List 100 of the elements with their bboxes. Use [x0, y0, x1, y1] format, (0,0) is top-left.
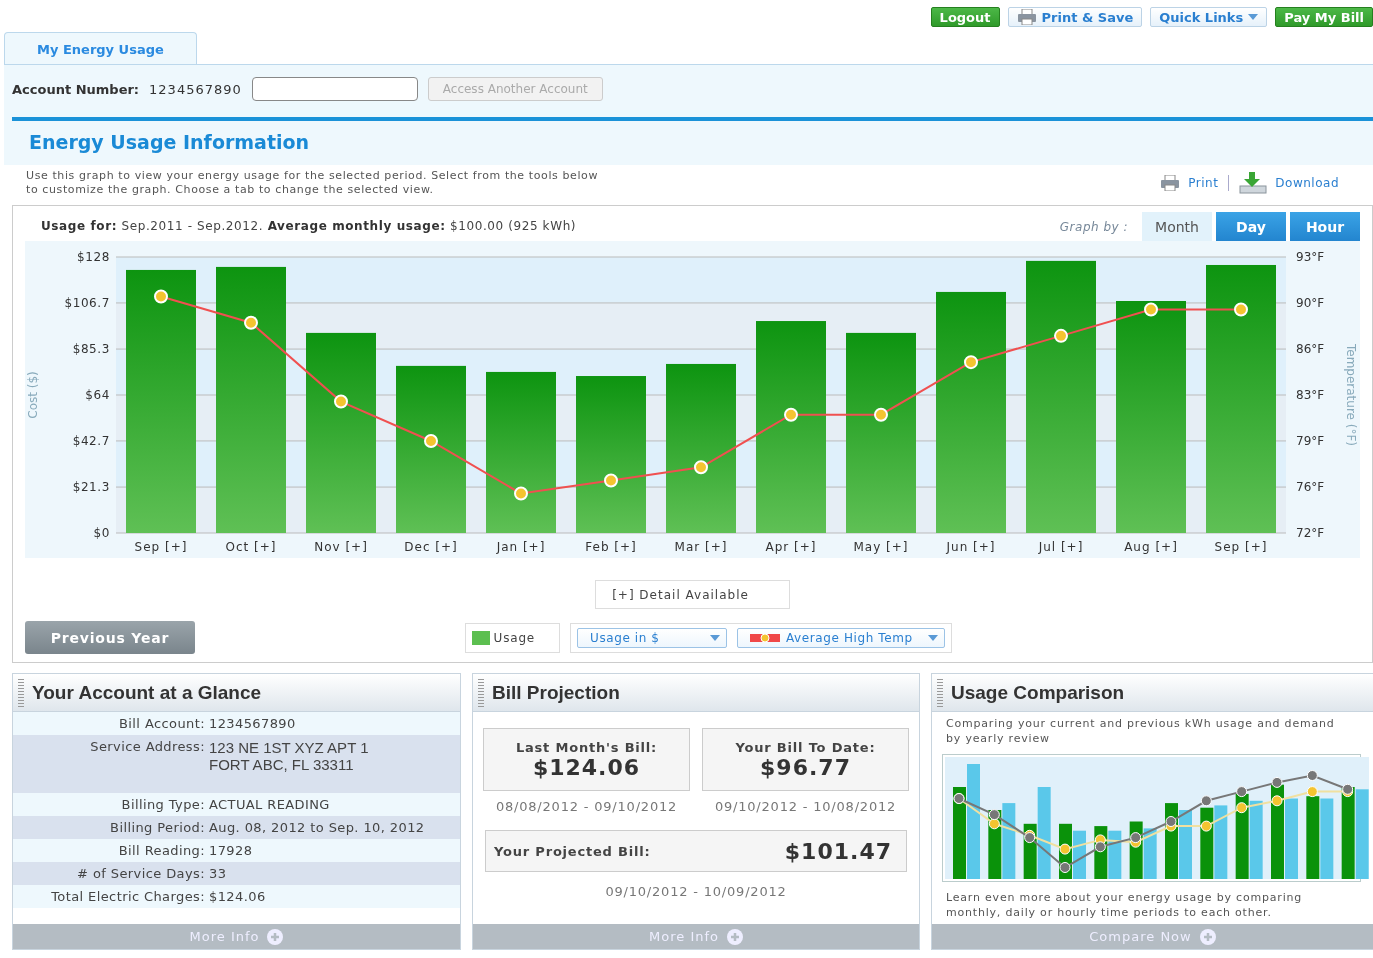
axis-title: Cost ($): [26, 371, 40, 419]
caret-icon: [928, 634, 938, 641]
previous-usage-bar: [1108, 830, 1122, 879]
series-select[interactable]: Usage in $: [577, 627, 727, 648]
month-label[interactable]: Sep [+]: [1214, 540, 1268, 554]
temperature-point: [694, 460, 708, 475]
view-tab[interactable]: Hour: [1290, 212, 1360, 241]
previous-demand-point: [988, 809, 1000, 821]
temperature-point: [154, 289, 168, 304]
field-label: Billing Type:: [120, 797, 205, 812]
date-range: 09/10/2012 - 10/08/2012: [714, 799, 897, 814]
graph-by-label: Graph by :: [1059, 219, 1128, 234]
usage-summary: Usage for: Sep.2011 - Sep.2012. Average monthly usage: $100.00 (925 kWh): [41, 219, 577, 235]
legend-swatch: [471, 630, 490, 645]
axis-tick-label: $42.7: [72, 433, 110, 448]
caret-icon: [710, 634, 720, 641]
month-label[interactable]: Jun [+]: [946, 540, 996, 554]
month-label[interactable]: Jan [+]: [496, 540, 546, 554]
previous-usage-bar: [1073, 830, 1086, 879]
top-nav-button[interactable]: Pay My Bill: [1275, 7, 1373, 27]
download-icon: [1239, 172, 1268, 194]
temperature-point: [244, 315, 258, 330]
date-range: 08/08/2012 - 09/10/2012: [495, 799, 678, 814]
temperature-point: [424, 434, 438, 448]
month-label[interactable]: Jul [+]: [1038, 540, 1084, 554]
axis-tick-label: $0: [93, 526, 110, 540]
demand-point: [1271, 795, 1283, 807]
field-value: $124.06: [209, 889, 267, 904]
axis-tick-label: 76°F: [1296, 480, 1325, 494]
bill-label: Your Bill To Date:: [735, 739, 876, 755]
panel-title: Usage Comparison: [951, 681, 1125, 704]
axis-tick-label: 72°F: [1296, 526, 1325, 540]
month-label[interactable]: Mar [+]: [674, 540, 728, 554]
previous-demand-point: [1306, 770, 1318, 781]
temperature-point: [604, 473, 618, 488]
page-tab[interactable]: My Energy Usage: [4, 32, 197, 65]
axis-tick-label: $128: [77, 250, 110, 264]
view-tab[interactable]: Month: [1142, 212, 1212, 241]
line-marker-icon: [750, 632, 780, 643]
month-label[interactable]: Sep [+]: [134, 540, 188, 554]
temperature-point: [514, 486, 528, 501]
month-label[interactable]: Dec [+]: [404, 540, 458, 554]
axis-tick-label: 83°F: [1296, 388, 1325, 402]
axis-tick-label: $64: [85, 388, 110, 402]
temperature-point: [1054, 328, 1068, 343]
month-label[interactable]: Oct [+]: [225, 540, 277, 554]
top-nav-button[interactable]: Print & Save: [1007, 7, 1143, 27]
field-value: Aug. 08, 2012 to Sep. 10, 2012: [209, 820, 426, 835]
temperature-point: [1234, 302, 1248, 317]
temperature-point: [784, 407, 798, 422]
temperature-point: [874, 407, 888, 422]
panel-title: Bill Projection: [492, 681, 620, 704]
field-value: 17928: [209, 843, 254, 858]
series-select[interactable]: Average High Temp: [737, 627, 945, 648]
field-label: Billing Period:: [109, 820, 205, 835]
detail-note: [+] Detail Available: [595, 580, 790, 609]
previous-usage-bar: [1143, 828, 1157, 879]
axis-tick-label: 79°F: [1296, 434, 1325, 448]
plus-icon: [727, 928, 743, 945]
caret-icon: [1248, 14, 1259, 20]
bill-label: Last Month's Bill:: [515, 739, 658, 755]
month-label[interactable]: Apr [+]: [765, 540, 817, 554]
axis-tick-label: $21.3: [72, 480, 110, 495]
account-number: 1234567890: [149, 81, 242, 97]
previous-demand-point: [1059, 862, 1071, 873]
top-nav-button[interactable]: Quick Links: [1150, 7, 1268, 27]
print-link[interactable]: Print: [1160, 175, 1219, 191]
comparison-outro: Learn even more about your energy usage by comparing monthly, daily or hourly time periods to each other.: [946, 890, 1304, 920]
previous-usage-bar: [1179, 810, 1192, 879]
top-nav-button[interactable]: Logout: [930, 7, 1000, 27]
month-label[interactable]: Aug [+]: [1124, 540, 1178, 554]
printer-icon: [1016, 9, 1037, 25]
section-title: Energy Usage Information: [28, 130, 311, 155]
field-label: Bill Account:: [118, 716, 205, 731]
previous-demand-point: [1200, 795, 1212, 807]
view-tab[interactable]: Day: [1216, 212, 1286, 241]
printer-icon: [1160, 175, 1181, 191]
previous-demand-point: [1271, 776, 1283, 788]
field-label: Service Address:: [89, 739, 205, 756]
previous-demand-point: [1130, 832, 1142, 844]
axis-tick-label: 93°F: [1296, 250, 1325, 264]
demand-point: [1236, 802, 1248, 814]
previous-year-button[interactable]: Previous Year: [25, 621, 195, 654]
month-label[interactable]: Feb [+]: [585, 540, 637, 554]
field-value: 1234567890: [209, 716, 297, 731]
temperature-point: [964, 355, 978, 370]
bill-label: Your Projected Bill:: [494, 843, 651, 859]
month-label[interactable]: May [+]: [853, 540, 909, 554]
panel-title: Your Account at a Glance: [32, 681, 262, 704]
field-value: 123 NE 1ST XYZ APT 1: [209, 739, 370, 756]
field-label: Total Electric Charges:: [50, 889, 205, 904]
demand-point: [1059, 843, 1071, 855]
description-text: Use this graph to view your energy usage for the selected period. Select from the tools below to customize the graph. Choose a tab to change the selected view.: [26, 169, 600, 197]
demand-point: [1200, 820, 1212, 832]
date-range: 09/10/2012 - 10/09/2012: [605, 884, 787, 899]
plus-icon: [267, 928, 284, 945]
bill-amount: $101.47: [784, 838, 892, 864]
month-label[interactable]: Nov [+]: [314, 540, 368, 554]
account-input-field[interactable]: [251, 77, 418, 101]
download-link[interactable]: Download: [1239, 172, 1339, 194]
